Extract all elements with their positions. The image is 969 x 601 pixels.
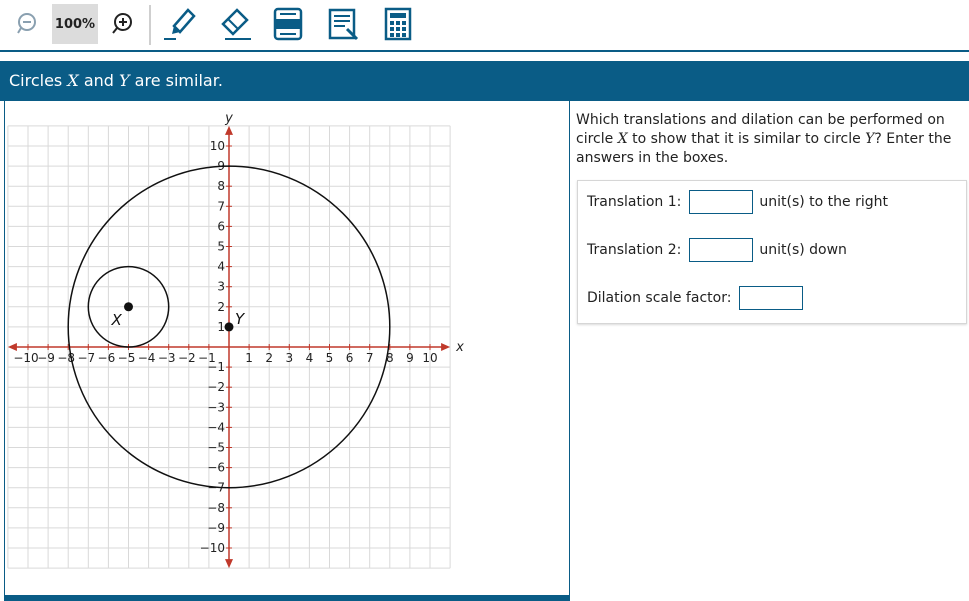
y-tick-label: −6 <box>207 461 225 475</box>
prompt-mid: and <box>78 71 120 90</box>
zoom-out-icon[interactable] <box>14 4 42 44</box>
question-circle-x: X <box>617 131 628 147</box>
y-tick-label: 2 <box>217 300 225 314</box>
x-tick-label: 10 <box>422 351 437 365</box>
x-tick-label: 1 <box>245 351 253 365</box>
x-tick-label: 7 <box>366 351 374 365</box>
dilation-row: Dilation scale factor: <box>587 286 809 310</box>
toolbar: 100% <box>0 0 969 52</box>
notepad-icon[interactable] <box>325 4 363 44</box>
x-tick-label: 6 <box>346 351 354 365</box>
x-tick-label: −10 <box>13 351 38 365</box>
translation-2-input[interactable] <box>689 238 754 262</box>
x-tick-label: 5 <box>326 351 334 365</box>
x-tick-label: 4 <box>306 351 314 365</box>
x-tick-label: −2 <box>178 351 196 365</box>
question-text: Which translations and dilation can be p… <box>576 111 956 168</box>
x-tick-label: 3 <box>285 351 293 365</box>
x-tick-label: −7 <box>77 351 95 365</box>
translation-1-row: Translation 1: unit(s) to the right <box>587 190 888 214</box>
y-tick-label: −4 <box>207 420 225 434</box>
toolbar-divider <box>149 5 151 45</box>
zoom-in-icon[interactable] <box>108 4 136 44</box>
y-tick-label: −8 <box>207 501 225 515</box>
x-tick-label: 9 <box>406 351 414 365</box>
y-tick-label: 6 <box>217 219 225 233</box>
y-axis-label: y <box>224 111 233 126</box>
prompt-banner: Circles X and Y are similar. <box>0 61 969 101</box>
x-tick-label: −6 <box>98 351 116 365</box>
dilation-label: Dilation scale factor: <box>587 290 732 306</box>
y-tick-label: 4 <box>217 260 225 274</box>
circle-x-center-point <box>124 302 133 312</box>
x-axis-arrow-right <box>441 343 451 351</box>
y-tick-label: −5 <box>207 441 225 455</box>
y-tick-label: −1 <box>207 360 225 374</box>
eraser-icon[interactable] <box>215 4 255 44</box>
y-tick-label: 8 <box>217 179 225 193</box>
question-p2: to show that it is similar to circle <box>627 131 866 147</box>
circle-y-center-point <box>224 322 234 332</box>
circle-y-label: Y <box>235 310 246 328</box>
translation-2-label: Translation 2: <box>587 242 682 258</box>
x-tick-label: −3 <box>158 351 176 365</box>
y-tick-label: −10 <box>200 541 225 555</box>
y-tick-label: −2 <box>207 380 225 394</box>
x-tick-label: 2 <box>265 351 273 365</box>
x-axis-arrow-left <box>7 343 17 351</box>
answer-box: Translation 1: unit(s) to the right Tran… <box>577 180 967 324</box>
y-tick-label: −3 <box>207 400 225 414</box>
prompt-post: are similar. <box>129 71 223 90</box>
y-tick-label: 7 <box>217 199 225 213</box>
highlighter-icon[interactable] <box>160 4 200 44</box>
translation-2-row: Translation 2: unit(s) down <box>587 238 847 262</box>
line-reader-icon[interactable] <box>270 4 306 44</box>
graph-panel: −10 −9 −8 −7 −6 −5 −4 −3 −2 −1 1 2 3 4 5 6 7 8 9 10 10 9 8 7 6 5 4… <box>4 101 570 596</box>
circle-x-label: X <box>111 311 123 329</box>
y-axis-arrow-up <box>225 125 233 135</box>
y-tick-label: 5 <box>217 240 225 254</box>
translation-1-unit: unit(s) to the right <box>759 194 888 210</box>
y-tick-label: 3 <box>217 280 225 294</box>
x-axis-label: x <box>455 340 464 355</box>
prompt-circle-x: X <box>67 71 79 90</box>
y-tick-label: 1 <box>217 320 225 334</box>
y-axis-arrow-down <box>225 559 233 569</box>
y-tick-label: −9 <box>207 521 225 535</box>
x-tick-label: −9 <box>37 351 55 365</box>
translation-1-label: Translation 1: <box>587 194 682 210</box>
coordinate-graph: −10−9 −8 −7 −6 −5 −4 −3 −2 −1 1 2 3 4 5 6 7 8 9 1010987654… <box>7 111 464 569</box>
x-tick-label: −5 <box>118 351 136 365</box>
zoom-level: 100% <box>52 4 98 44</box>
translation-2-unit: unit(s) down <box>759 242 847 258</box>
translation-1-input[interactable] <box>689 190 754 214</box>
y-tick-label: 10 <box>210 139 225 153</box>
panel-bottom-bar <box>4 595 570 601</box>
prompt-pre: Circles <box>9 71 68 90</box>
prompt-circle-y: Y <box>119 71 130 90</box>
dilation-input[interactable] <box>739 286 804 310</box>
calculator-icon[interactable] <box>381 4 415 44</box>
x-tick-label: −4 <box>138 351 156 365</box>
